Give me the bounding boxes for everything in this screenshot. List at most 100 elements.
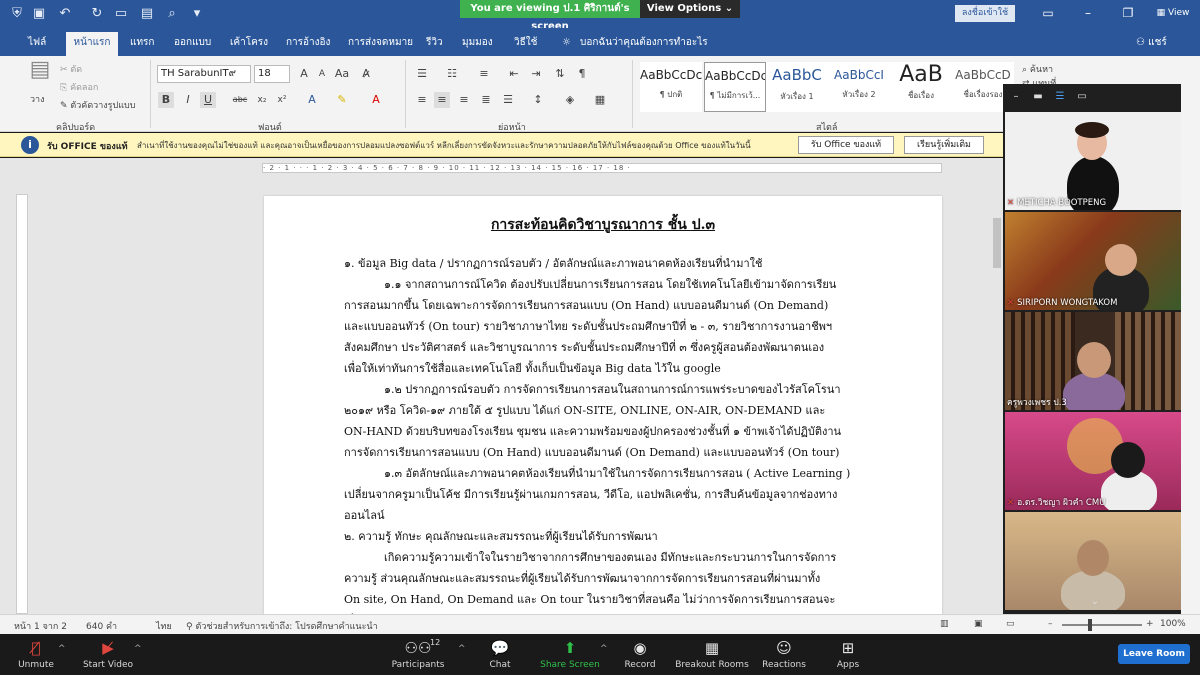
style-no-spacing[interactable]: AaBbCcDc ¶ ไม่มีการเว้... bbox=[704, 62, 766, 112]
get-genuine-office-button[interactable]: รับ Office ของแท้ bbox=[798, 136, 894, 154]
text-effects-icon[interactable]: A bbox=[304, 92, 320, 108]
speaker-view-icon[interactable]: ▭ bbox=[1075, 91, 1089, 103]
font-color-icon[interactable]: A bbox=[368, 92, 384, 108]
word-count[interactable]: 640 คำ bbox=[86, 619, 117, 633]
font-name-box[interactable]: TH SarabunIT๙ bbox=[157, 65, 251, 83]
tab-home[interactable]: หน้าแรก bbox=[66, 32, 118, 56]
vertical-scrollbar[interactable] bbox=[991, 178, 1003, 614]
minimize-gallery-icon[interactable]: – bbox=[1009, 91, 1023, 103]
bullets-icon[interactable]: ☰ bbox=[414, 66, 430, 82]
numbering-icon[interactable]: ☷ bbox=[444, 66, 460, 82]
print-layout-icon[interactable]: ▣ bbox=[974, 619, 983, 629]
tab-view[interactable]: มุมมอง bbox=[456, 32, 499, 56]
record-button[interactable]: ◉ Record bbox=[600, 638, 680, 672]
clear-formatting-icon[interactable]: A̷ bbox=[358, 66, 374, 82]
gallery-view-icon[interactable]: ☰ bbox=[1053, 91, 1067, 103]
participants-button[interactable]: ⚇⚇ Participants bbox=[378, 638, 458, 672]
hide-video-icon[interactable]: ▬ bbox=[1031, 91, 1045, 103]
tab-insert[interactable]: แทรก bbox=[124, 32, 160, 56]
zoom-view-button[interactable]: ▦ View bbox=[1150, 4, 1196, 22]
tell-me-box[interactable]: บอกฉันว่าคุณต้องการทำอะไร bbox=[574, 32, 714, 56]
tab-file[interactable]: ไฟล์ bbox=[22, 32, 52, 56]
chat-button[interactable]: 💬 Chat bbox=[460, 638, 540, 672]
participant-tile[interactable]: ✕ อ.ดร.วิชญา ผิวคำ CMU bbox=[1005, 412, 1181, 510]
apps-button[interactable]: ⊞ Apps bbox=[808, 638, 888, 672]
subscript-icon[interactable]: x₂ bbox=[254, 92, 270, 108]
participant-tile[interactable]: ✕ SIRIPORN WONGTAKOM bbox=[1005, 212, 1181, 310]
underline-icon[interactable]: U bbox=[200, 92, 216, 108]
align-right-icon[interactable]: ≡ bbox=[456, 92, 472, 108]
paste-icon[interactable]: ▤ bbox=[28, 59, 52, 92]
read-mode-icon[interactable]: ▥ bbox=[940, 619, 949, 629]
zoom-out-icon[interactable]: – bbox=[1048, 619, 1053, 629]
sort-icon[interactable]: ⇅ bbox=[552, 66, 568, 82]
undo-icon[interactable]: ↶ bbox=[56, 5, 74, 23]
zoom-slider[interactable] bbox=[1062, 624, 1142, 626]
restore-icon[interactable]: ❐ bbox=[1116, 4, 1140, 22]
breakout-rooms-button[interactable]: ▦ Breakout Rooms bbox=[672, 638, 752, 672]
participant-tile[interactable]: ครูพวงเพชร ป.3 bbox=[1005, 312, 1181, 410]
sign-in-button[interactable]: ลงชื่อเข้าใช้ bbox=[955, 5, 1015, 22]
superscript-icon[interactable]: x² bbox=[274, 92, 290, 108]
copy-button[interactable]: ⎘ คัดลอก bbox=[60, 80, 98, 94]
minimize-icon[interactable]: – bbox=[1076, 4, 1100, 22]
show-marks-icon[interactable]: ¶ bbox=[574, 66, 590, 82]
style-heading-1[interactable]: AaBbC หัวเรื่อง 1 bbox=[766, 62, 828, 112]
shading-icon[interactable]: ◈ bbox=[562, 92, 578, 108]
open-folder-icon[interactable]: ▤ bbox=[138, 5, 156, 23]
align-center-icon[interactable]: ≡ bbox=[434, 92, 450, 108]
language[interactable]: ไทย bbox=[156, 619, 172, 633]
line-spacing-icon[interactable]: ↕ bbox=[530, 92, 546, 108]
tab-references[interactable]: การอ้างอิง bbox=[280, 32, 336, 56]
format-painter-button[interactable]: ✎ ตัวคัดวางรูปแบบ bbox=[60, 98, 135, 112]
horizontal-ruler[interactable]: · 2 · 1 · · · 1 · 2 · 3 · 4 · 5 · 6 · 7 … bbox=[262, 163, 942, 173]
tab-mailings[interactable]: การส่งจดหมาย bbox=[342, 32, 419, 56]
zoom-in-icon[interactable]: + bbox=[1146, 619, 1154, 629]
grow-font-icon[interactable]: A bbox=[296, 66, 312, 82]
borders-icon[interactable]: ▦ bbox=[592, 92, 608, 108]
ribbon-display-icon[interactable]: ▭ bbox=[1036, 4, 1060, 22]
cut-button[interactable]: ✂ ตัด bbox=[60, 62, 82, 76]
distributed-icon[interactable]: ☰ bbox=[500, 92, 516, 108]
zoom-slider-handle[interactable] bbox=[1088, 619, 1092, 631]
tab-layout[interactable]: เค้าโครง bbox=[224, 32, 274, 56]
style-heading-2[interactable]: AaBbCcI หัวเรื่อง 2 bbox=[828, 62, 890, 112]
highlight-icon[interactable]: ✎ bbox=[334, 92, 350, 108]
save-icon[interactable]: ▣ bbox=[30, 5, 48, 23]
font-size-box[interactable]: 18 bbox=[254, 65, 290, 83]
print-preview-icon[interactable]: ⌕ bbox=[163, 5, 181, 23]
multilevel-list-icon[interactable]: ≡ bbox=[476, 66, 492, 82]
justify-icon[interactable]: ≣ bbox=[478, 92, 494, 108]
leave-room-button[interactable]: Leave Room bbox=[1118, 644, 1190, 664]
web-layout-icon[interactable]: ▭ bbox=[1006, 619, 1015, 629]
chevron-down-icon[interactable]: ⌄ bbox=[1088, 596, 1102, 608]
tab-review[interactable]: รีวิว bbox=[420, 32, 449, 56]
align-left-icon[interactable]: ≡ bbox=[414, 92, 430, 108]
paste-label[interactable]: วาง bbox=[30, 92, 45, 106]
find-button[interactable]: ⌕ ค้นหา bbox=[1022, 62, 1053, 76]
new-document-icon[interactable]: ▭ bbox=[112, 5, 130, 23]
style-normal[interactable]: AaBbCcDc ¶ ปกติ bbox=[640, 62, 702, 112]
style-title[interactable]: AaB ชื่อเรื่อง bbox=[890, 62, 952, 112]
change-case-icon[interactable]: Aa bbox=[334, 66, 350, 82]
learn-more-button[interactable]: เรียนรู้เพิ่มเติม bbox=[904, 136, 984, 154]
tab-design[interactable]: ออกแบบ bbox=[168, 32, 217, 56]
page-count[interactable]: หน้า 1 จาก 2 bbox=[14, 619, 67, 633]
tab-help[interactable]: วิธีใช้ bbox=[508, 32, 543, 56]
italic-icon[interactable]: I bbox=[180, 92, 196, 108]
accessibility-checker[interactable]: ⚲ ตัวช่วยสำหรับการเข้าถึง: โปรดศึกษาคำแน… bbox=[186, 619, 378, 633]
strikethrough-icon[interactable]: abc bbox=[232, 92, 248, 108]
increase-indent-icon[interactable]: ⇥ bbox=[528, 66, 544, 82]
redo-icon[interactable]: ↻ bbox=[88, 5, 106, 23]
participant-tile[interactable]: ✕ METICHA BOOTPENG bbox=[1005, 112, 1181, 210]
chevron-up-icon[interactable]: ^ bbox=[58, 644, 66, 654]
document-page[interactable]: การสะท้อนคิดวิชาบูรณาการ ชั้น ป.๓ ๑. ข้อ… bbox=[264, 196, 942, 614]
share-button[interactable]: ⚇ แชร์ bbox=[1130, 32, 1173, 56]
scroll-thumb[interactable] bbox=[993, 218, 1001, 268]
zoom-level[interactable]: 100% bbox=[1160, 619, 1186, 629]
shrink-font-icon[interactable]: A bbox=[314, 66, 330, 82]
decrease-indent-icon[interactable]: ⇤ bbox=[506, 66, 522, 82]
customize-toolbar-icon[interactable]: ▾ bbox=[188, 5, 206, 23]
share-screen-button[interactable]: ⬆ Share Screen bbox=[530, 638, 610, 672]
bold-icon[interactable]: B bbox=[158, 92, 174, 108]
